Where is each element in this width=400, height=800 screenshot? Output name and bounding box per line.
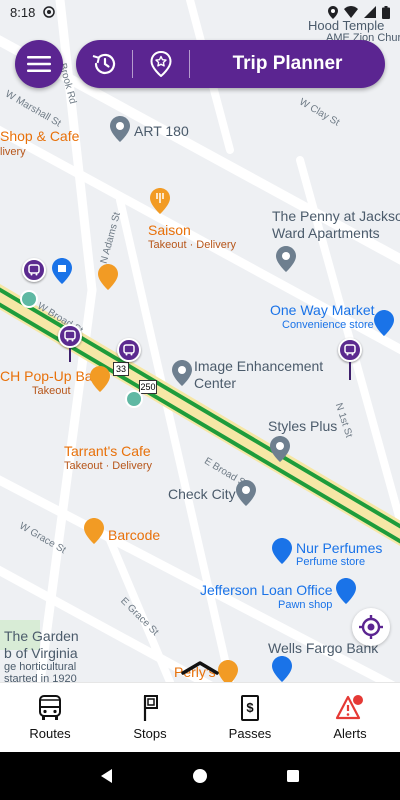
shopping-pin-icon[interactable]	[52, 258, 72, 284]
my-location-button[interactable]	[352, 608, 390, 646]
nav-item-alerts[interactable]: Alerts	[300, 683, 400, 752]
poi-label-barcode[interactable]: Barcode	[108, 527, 160, 543]
bus-icon	[39, 695, 61, 720]
sync-status-icon	[43, 6, 56, 18]
restaurant-pin-icon[interactable]	[218, 660, 238, 682]
poi-label-garden[interactable]: The Garden	[4, 628, 79, 644]
nav-label-passes: Passes	[228, 726, 272, 741]
wifi-icon	[344, 6, 358, 18]
history-icon	[92, 53, 116, 74]
bus-stop-marker[interactable]	[117, 338, 141, 362]
stop-sign-icon	[143, 695, 158, 721]
poi-label-garden-2: b of Virginia	[4, 645, 78, 661]
star-pin-icon	[150, 51, 172, 77]
shopping-pin-icon[interactable]	[272, 538, 292, 564]
nav-item-passes[interactable]: $ Passes	[200, 683, 300, 752]
signal-icon	[364, 6, 376, 18]
nav-label-alerts: Alerts	[333, 726, 367, 741]
poi-label-penny[interactable]: The Penny at Jackson	[272, 208, 400, 224]
poi-label-check-city[interactable]: Check City	[168, 486, 236, 502]
route-shield-33: 33	[113, 362, 129, 376]
poi-label-art180[interactable]: ART 180	[134, 123, 189, 139]
home-icon[interactable]	[192, 768, 208, 784]
alert-icon	[335, 695, 363, 720]
poi-sub-popup-bar: Takeout	[32, 385, 71, 397]
vehicle-marker[interactable]	[125, 390, 143, 408]
chevron-up-icon[interactable]	[180, 660, 220, 676]
poi-label-styles-plus[interactable]: Styles Plus	[268, 418, 337, 434]
svg-text:$: $	[246, 700, 254, 715]
pass-icon: $	[241, 695, 259, 721]
place-pin-icon[interactable]	[172, 360, 192, 386]
favorite-places-button[interactable]	[133, 40, 189, 88]
bus-stop-marker[interactable]	[338, 338, 362, 362]
shopping-pin-icon[interactable]	[336, 578, 356, 604]
bank-pin-icon[interactable]	[272, 656, 292, 682]
poi-label-image-center-2: Center	[194, 375, 237, 391]
system-navigation-bar	[0, 752, 400, 800]
restaurant-pin-icon[interactable]	[98, 264, 118, 290]
vehicle-marker[interactable]	[20, 290, 38, 308]
place-pin-icon[interactable]	[276, 246, 296, 272]
bus-stop-stick	[349, 362, 351, 380]
bus-stop-marker[interactable]	[58, 324, 82, 348]
hamburger-menu-icon	[27, 56, 51, 72]
poi-label-image-center[interactable]: Image Enhancement	[194, 358, 323, 374]
recents-icon[interactable]	[285, 768, 301, 784]
poi-sub-saison: Takeout · Delivery	[148, 239, 237, 251]
map-view[interactable]: Brook Rd W Marshall St W Clay St N Adams…	[0, 0, 400, 682]
bus-icon	[123, 344, 135, 356]
poi-sub-tarrant: Takeout · Delivery	[64, 460, 153, 472]
poi-label-one-way[interactable]: One Way Market	[270, 302, 375, 318]
bar-pin-icon[interactable]	[90, 366, 110, 392]
nav-label-routes: Routes	[29, 726, 71, 741]
crosshair-location-icon	[359, 615, 383, 639]
back-icon[interactable]	[99, 768, 115, 784]
poi-label-garden-4: started in 1920	[4, 673, 77, 682]
history-button[interactable]	[76, 40, 132, 88]
restaurant-pin-icon[interactable]	[150, 188, 170, 214]
route-shield-250: 250	[139, 380, 157, 394]
bus-icon	[344, 344, 356, 356]
poi-label-jefferson[interactable]: Jefferson Loan Office	[200, 582, 333, 598]
menu-button[interactable]	[15, 40, 63, 88]
poi-label-penny-2: Ward Apartments	[272, 225, 380, 241]
poi-label-shop-cafe[interactable]: Shop & Cafe	[0, 128, 79, 144]
place-pin-icon[interactable]	[236, 480, 256, 506]
bus-icon	[64, 330, 76, 342]
bus-stop-marker[interactable]	[22, 258, 46, 282]
place-pin-icon[interactable]	[270, 436, 290, 462]
status-bar: 8:18	[0, 0, 400, 24]
bottom-navigation: Routes Stops $ Passes Alerts	[0, 682, 400, 752]
place-pin-icon[interactable]	[110, 116, 130, 142]
poi-sub-nur: Perfume store	[296, 556, 366, 568]
poi-sub-one-way: Convenience store	[282, 319, 374, 331]
bus-stop-stick	[69, 348, 71, 362]
location-status-icon	[328, 5, 338, 19]
nav-item-stops[interactable]: Stops	[100, 683, 200, 752]
poi-sub-jefferson: Pawn shop	[278, 599, 333, 611]
status-time: 8:18	[10, 4, 36, 20]
poi-label-nur[interactable]: Nur Perfumes	[296, 540, 382, 556]
poi-sub-shop-cafe: livery	[0, 146, 26, 158]
poi-label-garden-3: ge horticultural	[4, 661, 77, 673]
bar-pin-icon[interactable]	[84, 518, 104, 544]
nav-label-stops: Stops	[133, 726, 167, 741]
trip-planner-bar: Trip Planner	[76, 40, 385, 88]
store-pin-icon[interactable]	[374, 310, 394, 336]
poi-label-tarrant[interactable]: Tarrant's Cafe	[64, 443, 151, 459]
poi-label-saison[interactable]: Saison	[148, 222, 191, 238]
nav-item-routes[interactable]: Routes	[0, 683, 100, 752]
page-title[interactable]: Trip Planner	[190, 53, 385, 75]
battery-icon	[382, 5, 390, 19]
poi-label-popup-bar[interactable]: CH Pop-Up Bar	[0, 368, 97, 384]
bus-icon	[28, 264, 40, 276]
